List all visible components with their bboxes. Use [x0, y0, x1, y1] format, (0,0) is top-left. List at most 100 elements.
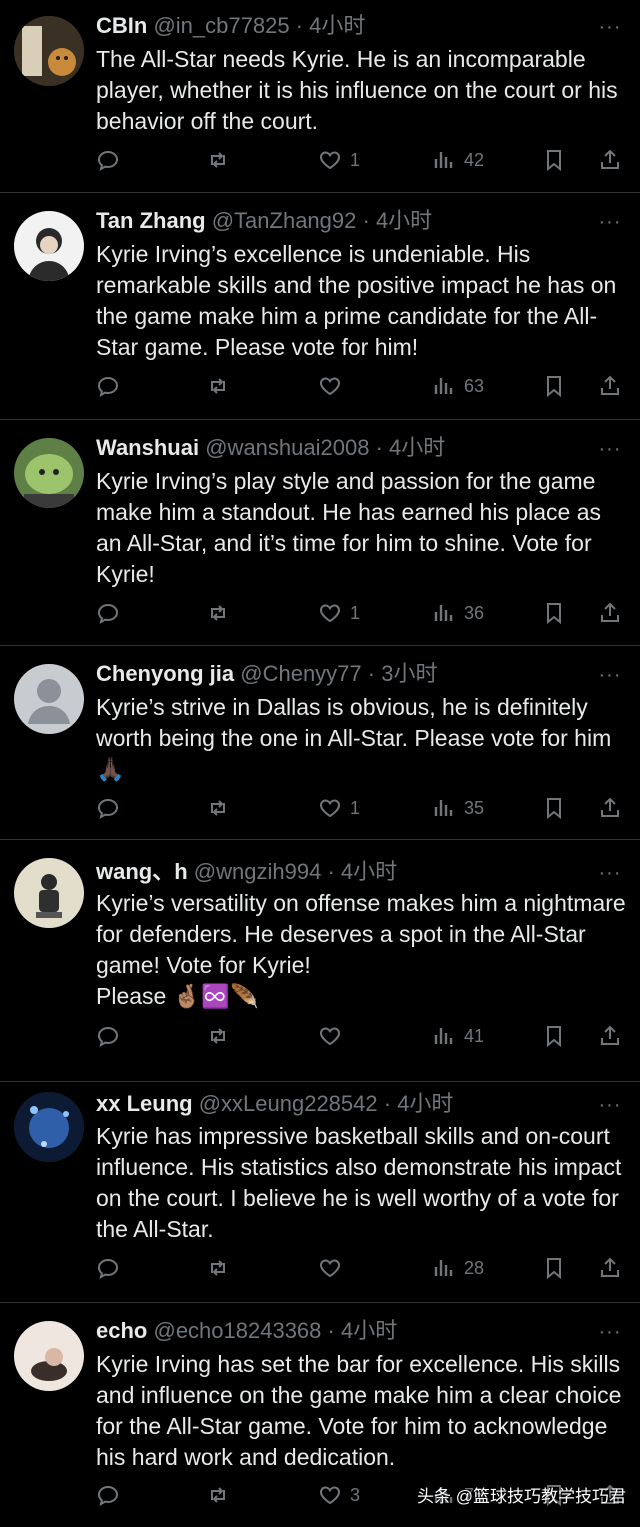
- tweet-header: xx Leung @xxLeung228542 · 4小时: [96, 1088, 590, 1120]
- more-icon[interactable]: ···: [596, 1095, 624, 1118]
- tweet[interactable]: Wanshuai @wanshuai2008 · 4小时 ··· Kyrie I…: [0, 420, 640, 646]
- reply-button[interactable]: [96, 1252, 120, 1284]
- user-handle[interactable]: @wanshuai2008: [205, 435, 369, 460]
- views-button[interactable]: 41: [432, 1020, 484, 1052]
- share-button[interactable]: [598, 1020, 622, 1052]
- share-button[interactable]: [598, 792, 622, 824]
- tweet-text: Kyrie Irving has set the bar for excelle…: [96, 1351, 622, 1470]
- bookmark-icon: [547, 1258, 561, 1280]
- views-button[interactable]: 35: [432, 792, 484, 824]
- action-bar: 28: [96, 1252, 630, 1284]
- share-button[interactable]: [598, 597, 622, 629]
- heart-icon: [320, 1486, 340, 1505]
- views-icon: [434, 1260, 453, 1276]
- retweet-button[interactable]: [206, 792, 230, 824]
- avatar[interactable]: [14, 211, 84, 281]
- timestamp[interactable]: 4小时: [389, 435, 445, 460]
- share-button[interactable]: [598, 370, 622, 402]
- display-name[interactable]: Wanshuai: [96, 435, 199, 460]
- views-icon: [434, 152, 453, 168]
- share-button[interactable]: [598, 144, 622, 176]
- timestamp[interactable]: 3小时: [381, 661, 437, 686]
- user-handle[interactable]: @wngzih994: [194, 859, 322, 884]
- tweet[interactable]: Tan Zhang @TanZhang92 · 4小时 ··· Kyrie Ir…: [0, 193, 640, 420]
- tweet[interactable]: Chenyong jia @Chenyy77 · 3小时 ··· Kyrie’s…: [0, 646, 640, 840]
- tweet[interactable]: CBIn @in_cb77825 · 4小时 ··· The All-Star …: [0, 0, 640, 193]
- bookmark-icon: [547, 376, 561, 398]
- like-button[interactable]: 1: [318, 792, 360, 824]
- avatar[interactable]: [14, 664, 84, 734]
- share-icon: [601, 149, 619, 169]
- views-button[interactable]: 63: [432, 370, 484, 402]
- bookmark-button[interactable]: [542, 1020, 566, 1052]
- more-icon[interactable]: ···: [596, 665, 624, 688]
- timestamp[interactable]: 4小时: [309, 13, 365, 38]
- timestamp[interactable]: 4小时: [341, 1318, 397, 1343]
- avatar[interactable]: [14, 16, 84, 86]
- retweet-button[interactable]: [206, 1252, 230, 1284]
- views-icon: [434, 800, 453, 816]
- separator: ·: [377, 1091, 398, 1116]
- action-bar: 1 36: [96, 597, 630, 629]
- view-count: 63: [464, 375, 485, 396]
- like-button[interactable]: [318, 1252, 350, 1284]
- views-button[interactable]: 28: [432, 1252, 484, 1284]
- views-icon: [434, 378, 453, 394]
- bookmark-button[interactable]: [542, 144, 566, 176]
- avatar[interactable]: [14, 858, 84, 928]
- avatar[interactable]: [14, 1092, 84, 1162]
- reply-button[interactable]: [96, 1479, 120, 1511]
- separator: ·: [356, 208, 376, 233]
- display-name[interactable]: CBIn: [96, 13, 147, 38]
- user-handle[interactable]: @in_cb77825: [153, 13, 289, 38]
- user-handle[interactable]: @xxLeung228542: [199, 1091, 378, 1116]
- tweet-text: Kyrie’s versatility on offense makes him…: [96, 890, 626, 1009]
- like-button[interactable]: [318, 1020, 350, 1052]
- like-button[interactable]: 1: [318, 144, 360, 176]
- tweet[interactable]: wang、h @wngzih994 · 4小时 ··· Kyrie’s vers…: [0, 840, 640, 1082]
- reply-icon: [97, 1026, 119, 1048]
- like-button[interactable]: 1: [318, 597, 360, 629]
- retweet-button[interactable]: [206, 144, 230, 176]
- reply-button[interactable]: [96, 144, 120, 176]
- like-button[interactable]: 3: [318, 1479, 360, 1511]
- display-name[interactable]: echo: [96, 1318, 147, 1343]
- views-icon: [434, 1028, 453, 1044]
- retweet-button[interactable]: [206, 370, 230, 402]
- user-handle[interactable]: @echo18243368: [153, 1318, 321, 1343]
- more-icon[interactable]: ···: [596, 439, 624, 462]
- retweet-button[interactable]: [206, 597, 230, 629]
- display-name[interactable]: wang、h: [96, 859, 188, 884]
- user-handle[interactable]: @Chenyy77: [240, 661, 361, 686]
- tweet-header: echo @echo18243368 · 4小时: [96, 1315, 590, 1347]
- bookmark-button[interactable]: [542, 597, 566, 629]
- like-button[interactable]: [318, 370, 350, 402]
- retweet-button[interactable]: [206, 1020, 230, 1052]
- timestamp[interactable]: 4小时: [341, 859, 397, 884]
- share-button[interactable]: [598, 1252, 622, 1284]
- more-icon[interactable]: ···: [596, 863, 624, 886]
- reply-button[interactable]: [96, 370, 120, 402]
- more-icon[interactable]: ···: [596, 1322, 624, 1345]
- reply-button[interactable]: [96, 597, 120, 629]
- timestamp[interactable]: 4小时: [376, 208, 432, 233]
- reply-button[interactable]: [96, 792, 120, 824]
- display-name[interactable]: Chenyong jia: [96, 661, 234, 686]
- views-button[interactable]: 36: [432, 597, 484, 629]
- display-name[interactable]: xx Leung: [96, 1091, 193, 1116]
- avatar[interactable]: [14, 438, 84, 508]
- views-button[interactable]: 42: [432, 144, 484, 176]
- more-icon[interactable]: ···: [596, 212, 624, 235]
- bookmark-button[interactable]: [542, 1252, 566, 1284]
- retweet-button[interactable]: [206, 1479, 230, 1511]
- bookmark-button[interactable]: [542, 792, 566, 824]
- more-icon[interactable]: ···: [596, 17, 624, 40]
- display-name[interactable]: Tan Zhang: [96, 208, 206, 233]
- bookmark-button[interactable]: [542, 370, 566, 402]
- user-handle[interactable]: @TanZhang92: [212, 208, 357, 233]
- avatar[interactable]: [14, 1321, 84, 1391]
- tweet[interactable]: xx Leung @xxLeung228542 · 4小时 ··· Kyrie …: [0, 1082, 640, 1303]
- reply-button[interactable]: [96, 1020, 120, 1052]
- tweet-text: The All-Star needs Kyrie. He is an incom…: [96, 46, 618, 134]
- timestamp[interactable]: 4小时: [397, 1091, 453, 1116]
